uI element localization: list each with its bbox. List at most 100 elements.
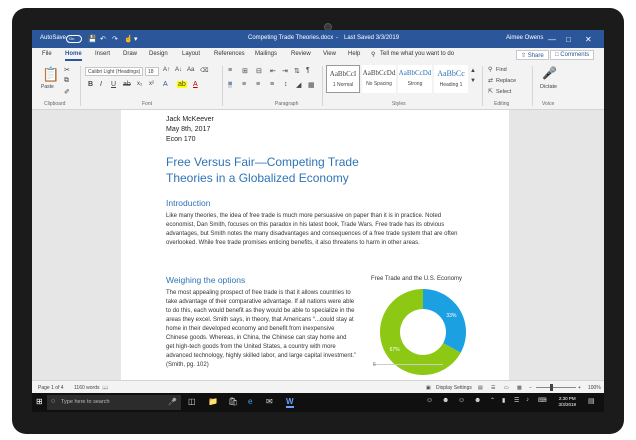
copy-icon[interactable]: ⧉	[64, 77, 69, 85]
increase-indent-icon[interactable]: ⇥	[282, 67, 288, 75]
borders-icon[interactable]: ▦	[308, 81, 315, 89]
share-button[interactable]: ⇧ Share	[516, 50, 549, 60]
word-count[interactable]: 1160 words	[74, 385, 99, 391]
comments-button[interactable]: □ Comments	[550, 50, 595, 60]
strikethrough-icon[interactable]: ab	[123, 81, 131, 88]
align-left-icon[interactable]: ≡	[228, 81, 233, 88]
maximize-icon[interactable]: □	[566, 35, 571, 44]
zoom-in-icon[interactable]: +	[578, 385, 581, 391]
style-heading-1[interactable]: AaBbCc Heading 1	[434, 65, 468, 93]
cortana-mic-icon[interactable]: 🎤	[168, 398, 177, 406]
tab-view[interactable]: View	[323, 51, 336, 57]
store-icon[interactable]: 🛍	[228, 397, 238, 406]
notifications-icon[interactable]: ▤	[588, 397, 595, 405]
grow-font-icon[interactable]: A↑	[163, 67, 170, 73]
select-button[interactable]: Select	[496, 89, 511, 95]
mail-icon[interactable]: ✉	[266, 397, 273, 406]
clear-format-icon[interactable]: ⌫	[200, 67, 208, 74]
word-icon[interactable]: W	[286, 397, 294, 408]
zoom-slider[interactable]	[536, 387, 576, 388]
microphone-icon[interactable]: 🎤	[542, 66, 557, 80]
taskbar-search-input[interactable]: ○ Type here to search 🎤	[47, 395, 181, 410]
bullets-icon[interactable]: ≡	[228, 67, 232, 74]
print-layout-icon[interactable]: ▭	[504, 385, 509, 391]
windows-start-icon[interactable]: ⊞	[36, 397, 43, 406]
underline-icon[interactable]: U	[111, 81, 116, 88]
change-case-icon[interactable]: Aa	[187, 67, 194, 73]
tab-draw[interactable]: Draw	[123, 51, 137, 57]
tab-file[interactable]: File	[42, 51, 52, 57]
shading-icon[interactable]: ◢	[296, 81, 301, 89]
tab-help[interactable]: Help	[348, 51, 360, 57]
user-name[interactable]: Aimee Owens	[506, 35, 543, 41]
volume-icon[interactable]: ♪	[526, 397, 529, 403]
document-page[interactable]: Jack McKeever May 8th, 2017 Econ 170 Fre…	[121, 110, 509, 380]
document-area[interactable]: Jack McKeever May 8th, 2017 Econ 170 Fre…	[32, 110, 604, 380]
avatar-icon[interactable]: ☺	[458, 397, 465, 404]
decrease-indent-icon[interactable]: ⇤	[270, 67, 276, 75]
tab-insert[interactable]: Insert	[95, 51, 110, 57]
line-spacing-icon[interactable]: ↕	[284, 81, 288, 88]
sort-icon[interactable]: ⇅	[294, 67, 300, 75]
display-settings[interactable]: Display Settings	[436, 385, 472, 391]
text-effects-icon[interactable]: A	[163, 81, 168, 88]
avatar-icon[interactable]: ☻	[474, 397, 481, 404]
find-button[interactable]: Find	[496, 67, 507, 73]
style-no-spacing[interactable]: AaBbCcDd No Spacing	[362, 65, 396, 93]
customize-qat-icon[interactable]: ▾	[134, 35, 138, 43]
page-count[interactable]: Page 1 of 4	[38, 385, 64, 391]
paste-label[interactable]: Paste	[41, 84, 54, 90]
donut-slice-0[interactable]	[423, 289, 466, 353]
wifi-icon[interactable]: ☰	[514, 397, 519, 404]
zoom-slider-handle[interactable]	[550, 384, 553, 391]
taskbar-clock[interactable]: 2:30 PM 3/3/2019	[558, 396, 576, 408]
close-icon[interactable]: ✕	[585, 35, 592, 44]
task-view-icon[interactable]: ◫	[188, 397, 196, 406]
font-size-select[interactable]: 18	[145, 67, 159, 76]
tab-review[interactable]: Review	[291, 51, 311, 57]
tab-references[interactable]: References	[214, 51, 245, 57]
save-icon[interactable]: 💾	[88, 35, 97, 43]
select-icon[interactable]: ⇱	[488, 88, 493, 95]
subscript-icon[interactable]: x₂	[137, 81, 142, 87]
autosave-toggle[interactable]: On	[66, 35, 82, 43]
battery-icon[interactable]: ▮	[502, 397, 505, 404]
bold-icon[interactable]: B	[88, 81, 93, 88]
keyboard-icon[interactable]: ⌨	[538, 397, 547, 404]
avatar-icon[interactable]: ☻	[442, 397, 449, 404]
zoom-out-icon[interactable]: −	[529, 385, 532, 391]
display-settings-icon[interactable]: ▣	[426, 385, 431, 391]
tab-home[interactable]: Home	[65, 51, 82, 61]
replace-icon[interactable]: ⇄	[488, 77, 493, 84]
align-center-icon[interactable]: ≡	[242, 81, 246, 88]
align-right-icon[interactable]: ≡	[256, 81, 260, 88]
font-name-select[interactable]: Calibri Light (Headings)	[85, 67, 143, 76]
find-icon[interactable]: ⚲	[488, 66, 492, 73]
donut-chart[interactable]: 33% 67%	[371, 286, 481, 376]
web-layout-icon[interactable]: ▩	[517, 385, 522, 391]
read-mode-icon[interactable]: ☰	[491, 385, 495, 391]
numbering-icon[interactable]: ⊞	[242, 67, 248, 75]
minimize-icon[interactable]: —	[548, 35, 556, 44]
format-painter-icon[interactable]: ✐	[64, 88, 70, 96]
people-icon[interactable]: ☺	[426, 397, 433, 404]
zoom-level[interactable]: 100%	[588, 385, 601, 391]
show-formatting-icon[interactable]: ¶	[306, 67, 310, 74]
tell-me-box[interactable]: Tell me what you want to do	[380, 51, 454, 57]
tab-design[interactable]: Design	[149, 51, 168, 57]
edge-icon[interactable]: e	[248, 397, 252, 406]
styles-scroll-down-icon[interactable]: ▼	[470, 78, 476, 84]
style-normal[interactable]: AaBbCcI 1 Normal	[326, 65, 360, 93]
highlight-icon[interactable]: ab	[177, 81, 187, 88]
undo-icon[interactable]: ↶	[100, 35, 106, 43]
focus-mode-icon[interactable]: ▤	[478, 385, 483, 391]
redo-icon[interactable]: ↷	[112, 35, 118, 43]
file-explorer-icon[interactable]: 📁	[208, 397, 218, 406]
tab-layout[interactable]: Layout	[182, 51, 200, 57]
shrink-font-icon[interactable]: A↓	[175, 67, 182, 73]
styles-scroll-up-icon[interactable]: ▲	[470, 68, 476, 74]
tab-mailings[interactable]: Mailings	[255, 51, 277, 57]
italic-icon[interactable]: I	[100, 81, 102, 88]
show-hidden-icons-icon[interactable]: ⌃	[490, 397, 495, 404]
justify-icon[interactable]: ≡	[270, 81, 274, 88]
